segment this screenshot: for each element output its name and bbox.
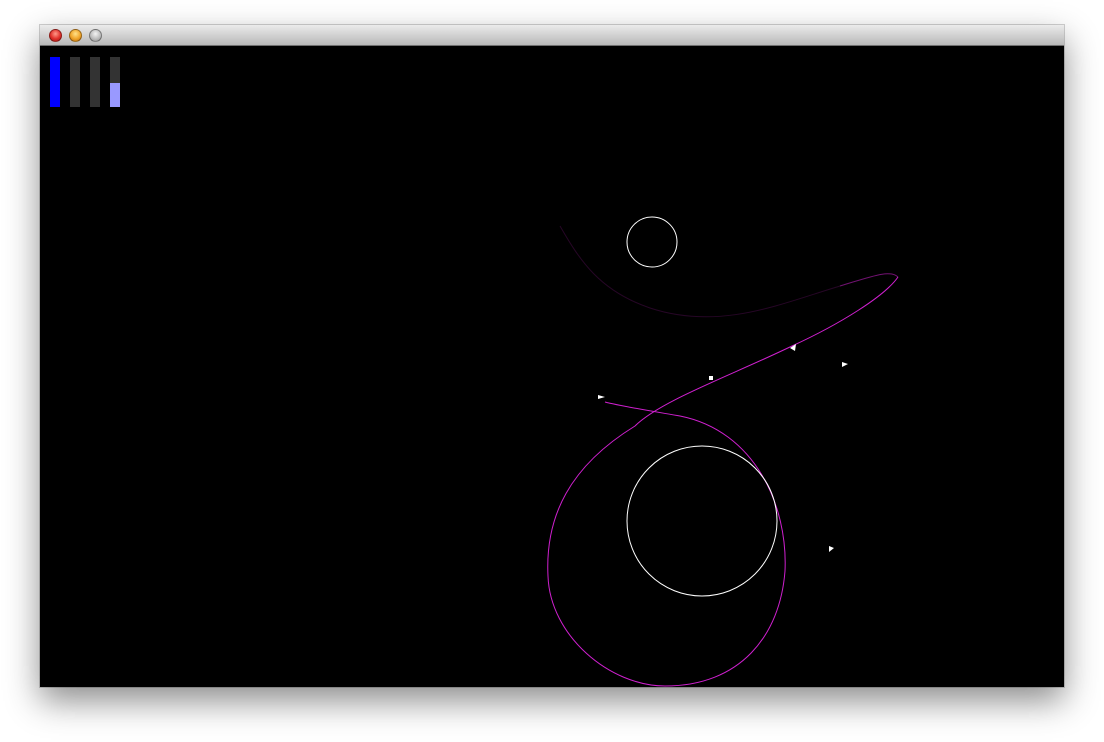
scene: [547, 216, 899, 687]
title-bar[interactable]: [40, 25, 1064, 46]
orbit-trail: [547, 276, 899, 687]
app-window: [40, 25, 1064, 687]
marker-2: [842, 362, 848, 367]
marker-3: [709, 376, 713, 380]
zoom-button[interactable]: [89, 29, 102, 42]
ship[interactable]: [598, 395, 605, 399]
minimize-button[interactable]: [69, 29, 82, 42]
close-button[interactable]: [49, 29, 62, 42]
large-planet: [626, 445, 778, 597]
orbit-trail-faded: [559, 225, 841, 318]
marker-4: [829, 546, 834, 552]
game-canvas[interactable]: [40, 46, 1064, 687]
small-planet: [626, 216, 678, 268]
orbit-trail-mid: [839, 273, 899, 287]
